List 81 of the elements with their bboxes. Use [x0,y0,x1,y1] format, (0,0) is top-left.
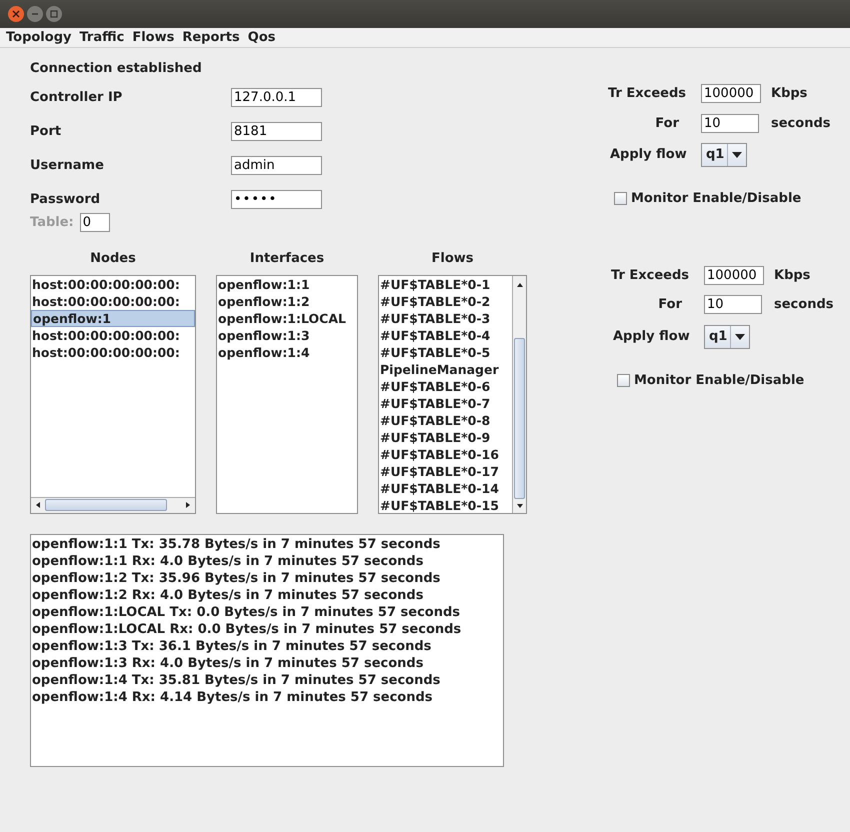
log-line: openflow:1:1 Rx: 4.0 Bytes/s in 7 minutes 57 seconds [32,552,424,570]
close-button[interactable] [8,6,24,22]
field-label: Port [30,122,62,141]
list-item[interactable]: #UF$TABLE*0-3 [379,310,511,326]
list-item[interactable]: #UF$TABLE*0-6 [379,378,511,394]
list-item[interactable]: #UF$TABLE*0-5 [379,344,511,360]
list-item[interactable]: #UF$TABLE*0-4 [379,326,511,344]
input-field[interactable]: 100000 [704,266,764,285]
log-line: openflow:1:2 Tx: 35.96 Bytes/s in 7 minutes 57 seconds [32,570,442,586]
list-item[interactable]: #UF$TABLE*0-2 [379,292,511,310]
list-heading: Flows [430,250,474,268]
log-line: openflow:1:4 Rx: 4.14 Bytes/s in 7 minutes 57 seconds [32,688,434,706]
list-item[interactable]: host:00:00:00:00:00: [31,292,195,310]
input-field[interactable]: 8181 [231,122,322,141]
list-item[interactable]: #UF$TABLE*0-1 [379,276,511,292]
checkbox-label: Monitor Enable/Disable [631,190,802,208]
caret-icon [732,152,742,158]
unit-label: Kbps [774,266,812,284]
menu-item[interactable]: Topology [2,28,76,47]
list-item[interactable]: #UF$TABLE*0-8 [379,412,511,428]
list-item[interactable]: openflow:1:4 [217,344,357,360]
list-item[interactable]: #UF$TABLE*0-14 [379,480,511,496]
list-item[interactable]: openflow:1 [31,310,195,326]
log-line: openflow:1:3 Rx: 4.0 Bytes/s in 7 minutes 57 seconds [32,654,424,672]
close-icon [12,10,20,18]
list-item[interactable]: host:00:00:00:00:00: [31,344,195,360]
list-item[interactable]: #UF$TABLE*0-15 [379,496,511,512]
status-text: Connection established [30,60,203,78]
dropdown[interactable]: q1 [701,143,747,167]
list-item[interactable]: #UF$TABLE*0-17 [379,462,511,480]
input-field[interactable]: 100000 [701,84,761,104]
list-heading: Interfaces [248,250,326,268]
list-item[interactable]: #UF$TABLE*0-7 [379,394,511,412]
list-item[interactable]: PipelineManager [379,360,511,378]
field-label: Apply flow [612,328,691,346]
caret-icon [735,334,745,340]
field-label: Username [30,156,105,175]
field-label: For [654,114,680,132]
field-label: Password [30,190,102,209]
maximize-icon [50,10,58,18]
log-line: openflow:1:2 Rx: 4.0 Bytes/s in 7 minutes 57 seconds [32,586,424,604]
list-item[interactable]: openflow:1:2 [217,292,357,310]
log-line: openflow:1:4 Tx: 35.81 Bytes/s in 7 minutes 57 seconds [32,672,442,688]
menu-item[interactable]: Reports [178,28,244,47]
minimize-button[interactable] [27,6,43,22]
password-field[interactable]: ••••• [231,190,322,209]
checkbox[interactable] [617,374,630,387]
menu-item[interactable]: Qos [244,28,280,47]
log-line: openflow:1:LOCAL Rx: 0.0 Bytes/s in 7 minutes 57 seconds [32,620,462,638]
unit-label: Kbps [771,85,808,103]
input-field[interactable]: 10 [701,114,759,133]
log-line: openflow:1:LOCAL Tx: 0.0 Bytes/s in 7 minutes 57 seconds [32,604,462,620]
input-field[interactable]: 10 [704,295,762,314]
field-label: Controller IP [30,88,124,107]
field-label: For [657,296,683,314]
unit-label: seconds [774,296,834,314]
menu-item[interactable]: Traffic [75,28,128,47]
table-label: Table: [30,214,74,232]
list-item[interactable]: host:00:00:00:00:00: [31,276,195,292]
list-item[interactable]: #UF$TABLE*0-9 [379,428,511,446]
input-field[interactable]: 127.0.0.1 [231,88,322,107]
field-label: Tr Exceeds [608,85,688,103]
list-item[interactable]: openflow:1:3 [217,326,357,344]
maximize-button[interactable] [46,6,62,22]
checkbox-label: Monitor Enable/Disable [634,372,804,390]
field-label: Tr Exceeds [611,266,690,284]
list-item[interactable]: openflow:1:LOCAL [217,310,357,326]
field-label: Apply flow [609,146,688,164]
menu-item[interactable]: Flows [128,28,178,47]
list-item[interactable]: host:00:00:00:00:00: [31,326,195,344]
log-line: openflow:1:1 Tx: 35.78 Bytes/s in 7 minutes 57 seconds [32,536,442,552]
checkbox[interactable] [614,192,627,206]
horizontal-scrollbar[interactable] [31,496,195,512]
unit-label: seconds [771,114,832,132]
vertical-scrollbar[interactable] [512,276,526,512]
list-item[interactable]: openflow:1:1 [217,276,357,292]
log-line: openflow:1:3 Tx: 36.1 Bytes/s in 7 minutes 57 seconds [32,638,432,654]
list-heading: Nodes [89,250,137,268]
list-item[interactable]: #UF$TABLE*0-16 [379,446,511,462]
input-field[interactable]: admin [231,156,322,175]
dropdown[interactable]: q1 [704,324,750,348]
